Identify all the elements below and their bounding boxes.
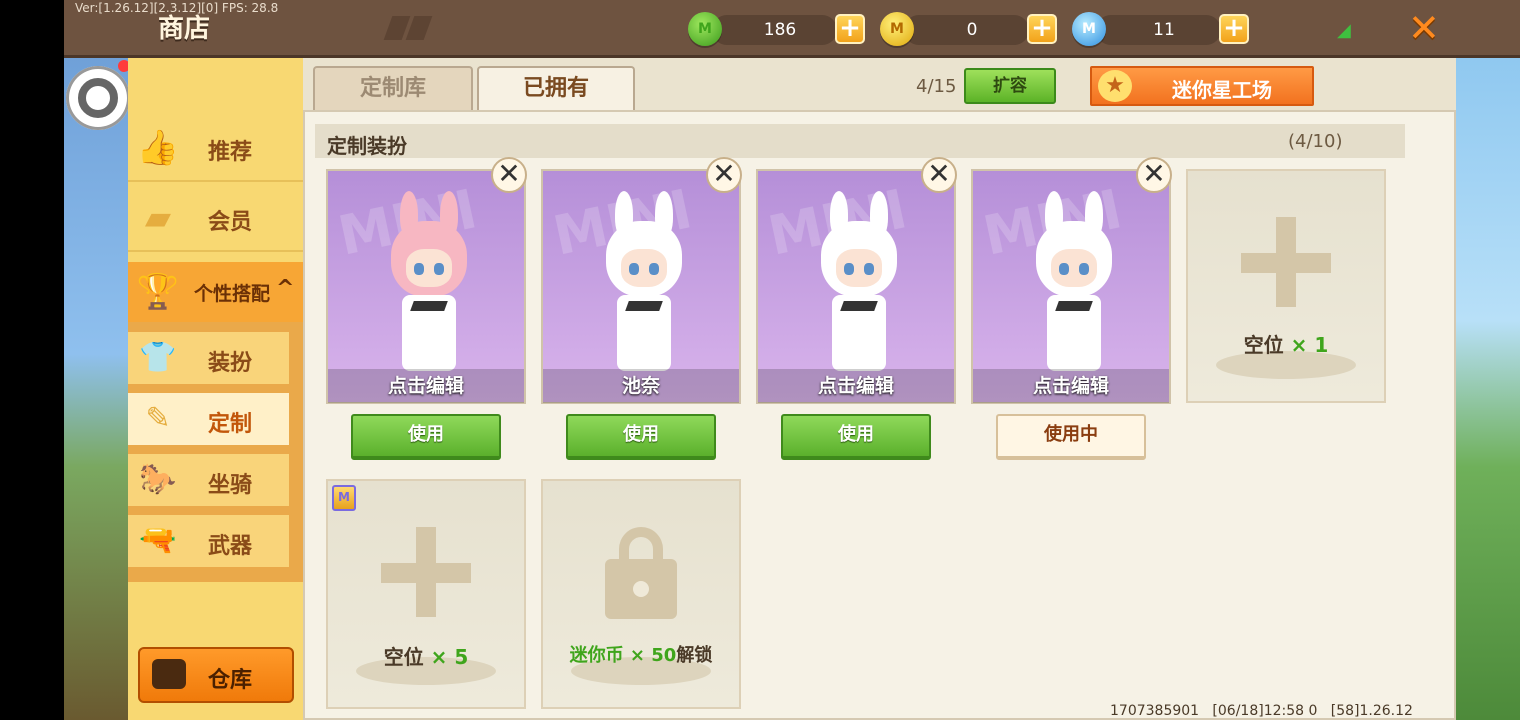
scenery-right (1456, 55, 1520, 720)
page-title: 商店 (158, 14, 211, 44)
character-preview (601, 191, 687, 371)
chevron-up-icon: ^ (276, 276, 295, 301)
outfit-name[interactable]: 点击编辑 (973, 369, 1169, 403)
close-button[interactable]: ✕ (1408, 6, 1440, 50)
sidebar-sub-item-dress[interactable]: 👕 装扮 (128, 332, 289, 384)
use-button[interactable]: 使用 (566, 414, 716, 460)
section-count: (4/10) (1288, 131, 1343, 152)
locked-slot-card[interactable]: 迷你币 × 50解锁 (541, 479, 741, 709)
slot-label: 空位 × 5 (383, 645, 469, 669)
member-icon: ▰ (144, 198, 172, 238)
sidebar-sub-label: 武器 (208, 534, 253, 559)
thumbs-up-icon: 👍 (136, 128, 180, 168)
delete-outfit-button[interactable]: ✕ (1136, 157, 1172, 193)
character-preview (386, 191, 472, 371)
outfit-card[interactable]: MINI点击编辑 (971, 169, 1171, 404)
use-button[interactable]: 使用 (781, 414, 931, 460)
sidebar-item-label: 个性搭配 (194, 283, 271, 305)
empty-slot-card-premium[interactable]: M 空位 × 5 (326, 479, 526, 709)
gun-icon: 🔫 (139, 523, 177, 558)
sidebar-sub-item-mount[interactable]: 🐎 坐骑 (128, 454, 289, 506)
scenery-left (64, 55, 134, 720)
outfit-card[interactable]: MINI池奈 (541, 169, 741, 404)
delete-outfit-button[interactable]: ✕ (706, 157, 742, 193)
floating-menu-button[interactable] (66, 66, 130, 130)
mini-workshop-button[interactable]: ★ 迷你星工场 (1090, 66, 1314, 106)
chest-icon (152, 659, 186, 689)
signal-icon: ◢ (1337, 20, 1351, 41)
sidebar-sub-label: 坐骑 (208, 473, 253, 498)
delete-outfit-button[interactable]: ✕ (921, 157, 957, 193)
slot-label: 空位 × 1 (1243, 333, 1329, 357)
footer-info: 1707385901 [06/18]12:58 0 [58]1.26.12 (1110, 703, 1413, 719)
gold-coin-icon: M (880, 12, 914, 46)
shirt-icon: 👕 (139, 340, 177, 375)
outfit-name[interactable]: 点击编辑 (758, 369, 954, 403)
warehouse-button[interactable]: 仓库 (138, 647, 294, 703)
expand-capacity-button[interactable]: 扩容 (964, 68, 1056, 104)
empty-slot-card[interactable]: 空位 × 1 (1186, 169, 1386, 403)
trophy-icon: 🏆 (136, 272, 180, 312)
sidebar-sub-label: 定制 (208, 412, 253, 437)
pencil-icon: ✎ (145, 401, 171, 436)
mini-coin-badge-icon: M (332, 485, 356, 511)
workshop-label: 迷你星工场 (1172, 78, 1272, 102)
add-points-button[interactable]: + (1219, 14, 1249, 44)
sidebar-item-label: 推荐 (208, 140, 253, 165)
mount-icon: 🐎 (139, 462, 177, 497)
blue-coin-icon: M (1072, 12, 1106, 46)
star-icon: ★ (1098, 70, 1132, 102)
character-preview (1031, 191, 1117, 371)
lock-icon-hole (633, 581, 649, 597)
plus-icon (1241, 253, 1331, 273)
warehouse-label: 仓库 (208, 668, 253, 693)
outfit-name[interactable]: 点击编辑 (328, 369, 524, 403)
add-coins-button[interactable]: + (1027, 14, 1057, 44)
sidebar-item-label: 会员 (208, 210, 253, 235)
plus-icon (381, 563, 471, 583)
outfit-card[interactable]: MINI点击编辑 (756, 169, 956, 404)
capacity-count: 4/15 (916, 76, 957, 97)
outfit-card[interactable]: MINI点击编辑 (326, 169, 526, 404)
sidebar-item-outfit[interactable]: 🏆 个性搭配 ^ (128, 262, 303, 322)
section-title: 定制装扮 (327, 134, 407, 158)
tab-custom-library[interactable]: 定制库 (313, 66, 473, 110)
sidebar-item-recommend[interactable]: 👍 推荐 (128, 114, 303, 182)
outfit-name[interactable]: 池奈 (543, 369, 739, 403)
sidebar-item-member[interactable]: ▰ 会员 (128, 184, 303, 252)
green-gem-icon: M (688, 12, 722, 46)
sidebar-sub-item-weapon[interactable]: 🔫 武器 (128, 515, 289, 567)
delete-outfit-button[interactable]: ✕ (491, 157, 527, 193)
in-use-button[interactable]: 使用中 (996, 414, 1146, 460)
unlock-label: 迷你币 × 50解锁 (569, 645, 713, 666)
currency-value-beans: 186 (763, 20, 797, 40)
tab-owned[interactable]: 已拥有 (477, 66, 635, 110)
currency-value-points: 11 (1153, 20, 1175, 40)
currency-value-coins: 0 (966, 20, 978, 40)
section-header (315, 124, 1405, 158)
top-bar-right (1376, 0, 1520, 58)
add-beans-button[interactable]: + (835, 14, 865, 44)
character-preview (816, 191, 902, 371)
sidebar-sub-item-custom[interactable]: ✎ 定制 (128, 393, 289, 445)
use-button[interactable]: 使用 (351, 414, 501, 460)
sidebar-sub-label: 装扮 (208, 351, 253, 376)
